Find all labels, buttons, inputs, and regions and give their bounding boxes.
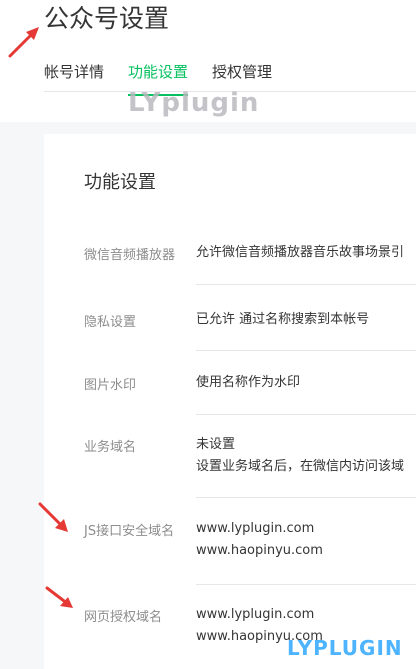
- row-divider: [196, 414, 416, 415]
- setting-label: 业务域名: [84, 440, 137, 455]
- setting-value: 使用名称作为水印: [196, 375, 301, 390]
- watermark-bottom: LYPLUGIN: [287, 636, 403, 660]
- row-divider: [196, 584, 416, 585]
- annotation-arrow-icon: [8, 27, 39, 58]
- setting-label: 图片水印: [84, 378, 137, 393]
- domain-value: www.haopinyu.com: [196, 543, 323, 558]
- annotation-arrow-icon: [45, 586, 73, 608]
- domain-value: www.lyplugin.com: [196, 521, 315, 536]
- setting-value-note: 设置业务域名后，在微信内访问该域: [196, 459, 405, 474]
- setting-value: 已允许 通过名称搜索到本帐号: [196, 312, 370, 327]
- row-divider: [196, 350, 416, 351]
- page-title: 公众号设置: [44, 4, 170, 33]
- setting-label: 隐私设置: [84, 315, 137, 330]
- row-divider: [196, 284, 416, 285]
- setting-value: 允许微信音频播放器音乐故事场景引: [196, 245, 405, 260]
- annotation-arrow-icon: [38, 502, 68, 532]
- setting-label: 微信音频播放器: [84, 248, 176, 263]
- setting-label: 网页授权域名: [84, 610, 163, 625]
- domain-value: www.lyplugin.com: [196, 607, 315, 622]
- row-divider: [196, 497, 416, 498]
- section-title: 功能设置: [84, 172, 156, 193]
- page: 公众号设置 帐号详情 功能设置 授权管理 LYplugin 功能设置 微信音频播…: [0, 0, 416, 669]
- setting-label: JS接口安全域名: [84, 524, 175, 539]
- settings-card: 功能设置 微信音频播放器 允许微信音频播放器音乐故事场景引 隐私设置 已允许 通…: [44, 134, 416, 669]
- setting-value: 未设置: [196, 437, 236, 452]
- watermark-top: LYplugin: [128, 88, 260, 118]
